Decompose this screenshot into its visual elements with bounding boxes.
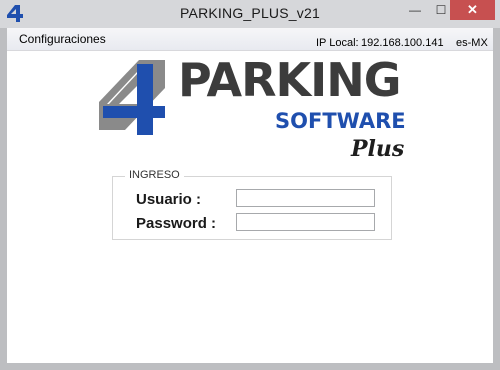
four-logo-mark [99, 60, 165, 135]
logo-word-plus: Plus [351, 136, 405, 162]
main-panel: Configuraciones IP Local: 192.168.100.14… [7, 28, 493, 363]
password-label: Password : [136, 215, 217, 232]
login-group: INGRESO Usuario : Password : [112, 169, 392, 240]
username-label: Usuario : [136, 191, 202, 208]
parking-software-logo: PARKING SOFTWARE Plus [99, 53, 419, 168]
close-button[interactable]: ✕ [450, 0, 495, 20]
logo-word-parking: PARKING [178, 53, 402, 107]
password-input[interactable] [236, 213, 375, 231]
ip-local-value: 192.168.100.141 [361, 37, 444, 49]
minimize-button[interactable]: — [402, 0, 428, 20]
title-bar[interactable]: PARKING_PLUS_v21 — ☐ ✕ [0, 0, 500, 28]
username-input[interactable] [236, 189, 375, 207]
menu-configuraciones[interactable]: Configuraciones [19, 32, 106, 46]
ip-local-label: IP Local: [316, 37, 359, 49]
login-group-label: INGRESO [125, 169, 184, 181]
app-window: PARKING_PLUS_v21 — ☐ ✕ Configuraciones I… [0, 0, 500, 370]
logo-word-software: SOFTWARE [275, 109, 406, 133]
locale-label: es-MX [456, 37, 488, 49]
